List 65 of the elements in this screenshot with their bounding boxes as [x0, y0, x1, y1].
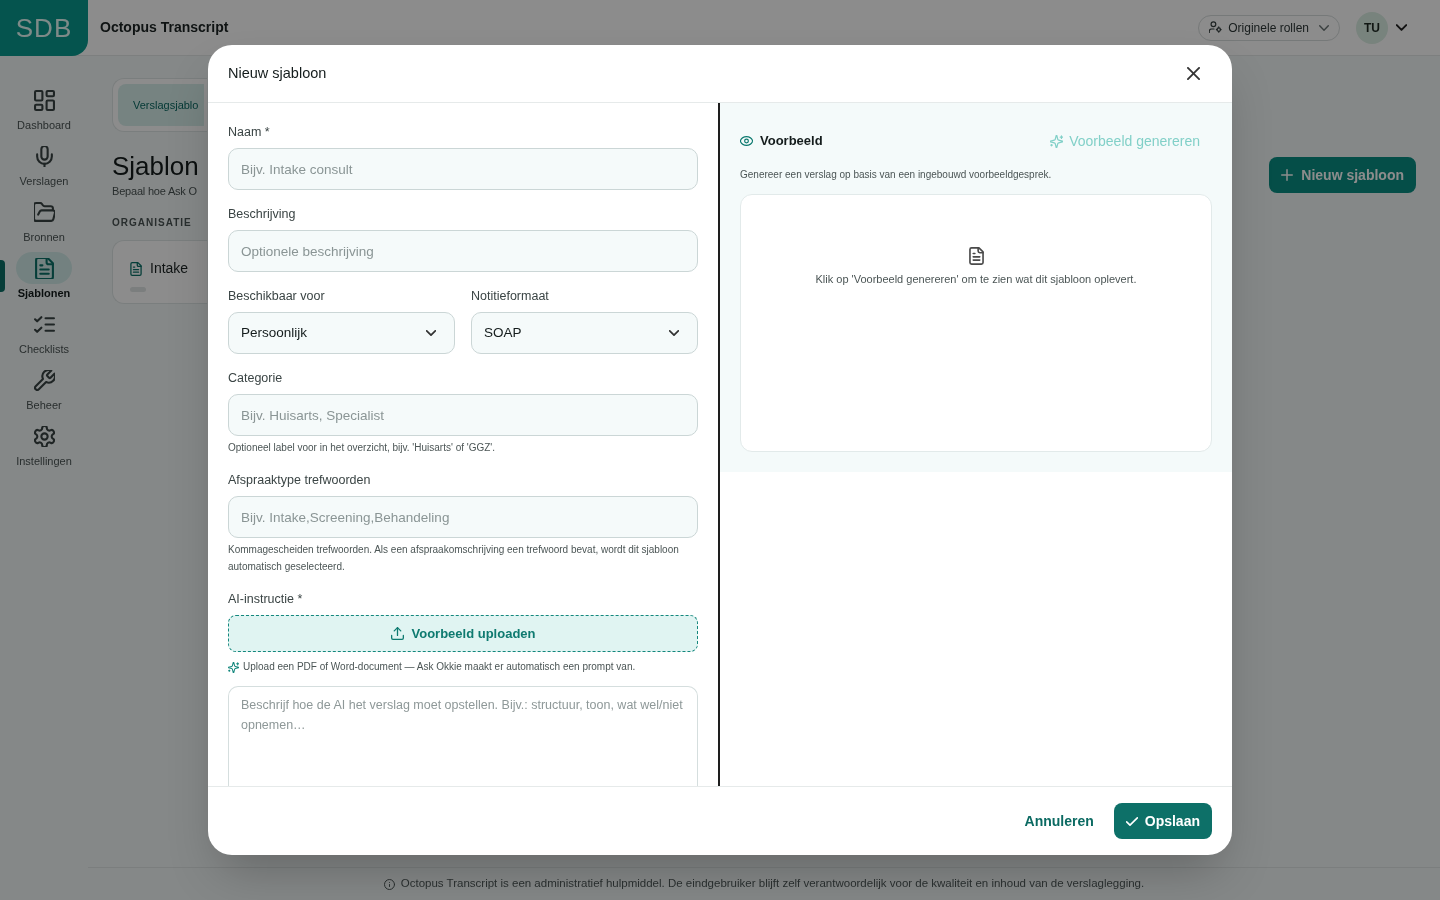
chevron-down-icon — [1396, 24, 1407, 31]
field-label: Notitieformaat — [471, 288, 550, 305]
sidebar-item[interactable]: Instellingen — [0, 420, 88, 476]
preview-description: Genereer een verslag op basis van een ingebouwd voorbeeldgesprek. — [740, 168, 1053, 182]
chevron-down-icon — [669, 330, 679, 336]
upload-icon — [390, 627, 404, 640]
settings-icon — [33, 425, 55, 447]
folder-icon — [33, 201, 55, 223]
empty-state-text: Klik op 'Voorbeeld genereren' om te zien wat dit sjabloon oplevert. — [815, 272, 1137, 287]
help-text: Optioneel label voor in het overzicht, bijv. 'Huisarts' of 'GGZ'. — [228, 441, 496, 455]
disclaimer-text: Octopus Transcript is een administratief hulpmiddel. De eindgebruiker blijft zelf verantwoordelijk voor de kwaliteit en inhoud van de verslaglegging. — [400, 876, 1145, 892]
field-label: Beschrijving — [228, 206, 297, 223]
cancel-button[interactable]: Annuleren — [1012, 803, 1106, 839]
section-title: Voorbeeld — [760, 132, 823, 151]
field-label: Naam * — [228, 124, 271, 141]
sidebar-item[interactable]: Beheer — [0, 364, 88, 420]
page-subtitle: Bepaal hoe Ask O — [112, 184, 197, 199]
user-gear-icon — [1209, 21, 1223, 34]
text-input[interactable]: Bijv. Huisarts, Specialist — [228, 394, 698, 436]
help-text: Kommagescheiden trefwoorden. Als een afspraakomschrijving een trefwoord bevat, wordt dit sjabloon automatisch geselecteerd. — [228, 543, 680, 574]
field-label: Beschikbaar voor — [228, 288, 326, 305]
document-icon — [130, 261, 142, 276]
chevron-down-icon — [426, 330, 436, 336]
document-icon — [33, 257, 55, 279]
sidebar-item[interactable]: Dashboard — [0, 84, 88, 140]
text-input[interactable]: Optionele beschrijving — [228, 230, 698, 272]
field-label: AI-instructie * — [228, 591, 304, 608]
card-title: Intake — [150, 259, 189, 278]
section-label: ORGANISATIE — [112, 217, 192, 229]
page-heading: Sjablon — [112, 150, 199, 182]
check-icon — [1125, 816, 1138, 826]
upload-button[interactable]: Voorbeeld uploaden — [228, 615, 698, 652]
plus-icon — [1281, 169, 1294, 181]
dropdown[interactable]: Persoonlijk — [228, 312, 455, 354]
logo: SDB — [15, 12, 73, 43]
tab[interactable]: Verslagsjablo — [118, 84, 204, 126]
microphone-icon — [33, 145, 55, 167]
checklist-icon — [33, 313, 55, 335]
wrench-icon — [33, 369, 55, 391]
eye-icon — [740, 136, 753, 146]
dropdown[interactable]: SOAP — [471, 312, 698, 354]
sidebar-item[interactable]: Checklists — [0, 308, 88, 364]
info-icon — [383, 878, 395, 890]
active-indicator — [0, 260, 5, 292]
role-switch-button[interactable]: Originele rollen — [1198, 14, 1340, 41]
close-icon — [1186, 67, 1200, 80]
field-label: Categorie — [228, 370, 284, 387]
chevron-down-icon — [1319, 24, 1329, 31]
dialog-title: Nieuw sjabloon — [228, 63, 327, 83]
field-label: Afspraaktype trefwoorden — [228, 472, 372, 489]
grid-icon — [33, 89, 55, 111]
sidebar-item[interactable]: Verslagen — [0, 140, 88, 196]
instruction-textarea[interactable]: Beschrijf hoe de AI het verslag moet opstellen. Bijv.: structuur, toon, wat wel/niet opnemen… — [228, 686, 698, 786]
text-input[interactable]: Bijv. Intake,Screening,Behandeling — [228, 496, 698, 538]
sparkle-icon — [1050, 134, 1064, 148]
text-input[interactable]: Bijv. Intake consult — [228, 148, 698, 190]
user-avatar[interactable]: TU — [1356, 11, 1388, 44]
template-card[interactable]: Intake — [112, 240, 207, 304]
new-template-button[interactable]: Nieuw sjabloon — [1269, 157, 1416, 193]
sparkle-icon — [228, 661, 239, 673]
document-icon — [968, 247, 984, 265]
hint-text: Upload een PDF of Word-document — Ask Okkie maakt er automatisch een prompt van. — [243, 660, 636, 674]
app-title: Octopus Transcript — [100, 18, 229, 37]
save-button[interactable]: Opslaan — [1113, 803, 1212, 839]
sidebar-item[interactable]: Bronnen — [0, 196, 88, 252]
